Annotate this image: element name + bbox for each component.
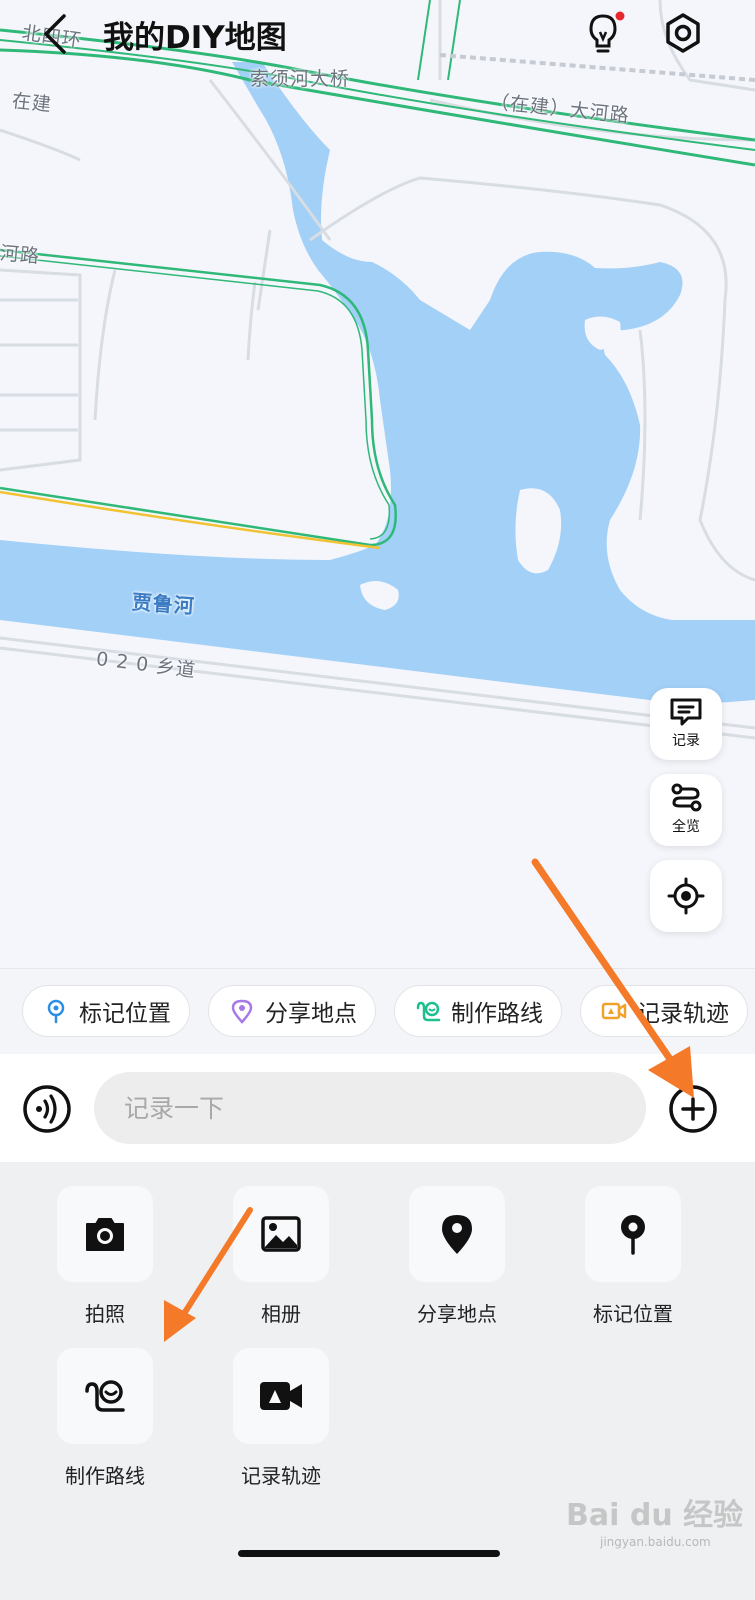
route-make-icon xyxy=(416,1001,441,1022)
chip-record-track[interactable]: 记录轨迹 xyxy=(580,985,748,1037)
photo-icon xyxy=(261,1216,301,1252)
map-view[interactable]: 北四环 在建 索须河大桥 （在建）大河路 河路 贾鲁河 0 2 0 乡道 我的D… xyxy=(0,0,755,975)
map-label-under-construction: 在建 xyxy=(10,89,53,117)
chip-label: 分享地点 xyxy=(265,1001,357,1027)
tips-button[interactable] xyxy=(583,10,627,56)
settings-button[interactable] xyxy=(660,10,706,56)
water-body xyxy=(0,62,755,705)
tool-make-route[interactable]: 制作路线 xyxy=(45,1348,165,1489)
message-icon xyxy=(670,698,702,726)
page-title: 我的DIY地图 xyxy=(103,20,287,56)
locate-icon xyxy=(667,877,705,915)
tool-label: 相册 xyxy=(261,1302,301,1326)
tool-share-place[interactable]: 分享地点 xyxy=(397,1186,517,1327)
location-icon xyxy=(442,1215,472,1254)
quick-actions-bar: 标记位置 分享地点 制作路线 记录轨迹 xyxy=(0,968,755,1054)
tool-label: 标记位置 xyxy=(593,1302,673,1326)
record-label: 记录 xyxy=(672,733,700,749)
notification-dot xyxy=(615,11,625,21)
watermark-site: jingyan.baidu.com xyxy=(600,1535,711,1549)
settings-hexagon-icon xyxy=(666,13,700,53)
chip-share-place[interactable]: 分享地点 xyxy=(208,985,376,1037)
video-icon xyxy=(260,1382,302,1410)
back-arrow-icon xyxy=(44,14,66,54)
tool-label: 拍照 xyxy=(85,1302,125,1326)
tool-record-track[interactable]: 记录轨迹 xyxy=(221,1348,341,1489)
chip-label: 标记位置 xyxy=(79,1001,171,1027)
watermark-brand: Bai du 经验 xyxy=(566,1498,744,1533)
map-canvas xyxy=(0,0,755,740)
overview-label: 全览 xyxy=(672,819,700,835)
overview-button[interactable]: 全览 xyxy=(650,774,722,846)
chip-make-route[interactable]: 制作路线 xyxy=(394,985,562,1037)
top-bar: 我的DIY地图 xyxy=(0,0,755,70)
record-button[interactable]: 记录 xyxy=(650,688,722,760)
camera-icon xyxy=(86,1218,124,1251)
locate-button[interactable] xyxy=(650,860,722,932)
tool-label: 分享地点 xyxy=(417,1302,497,1326)
chip-mark-location[interactable]: 标记位置 xyxy=(22,985,190,1037)
tool-label: 制作路线 xyxy=(65,1464,145,1488)
record-input[interactable] xyxy=(94,1072,646,1144)
voice-button[interactable] xyxy=(22,1084,72,1134)
voice-icon xyxy=(23,1085,71,1133)
route-make-icon xyxy=(85,1380,125,1412)
tool-album[interactable]: 相册 xyxy=(221,1186,341,1327)
video-icon xyxy=(601,1002,627,1020)
pin-icon xyxy=(621,1215,645,1255)
home-indicator[interactable] xyxy=(238,1550,500,1557)
chip-label: 制作路线 xyxy=(451,1001,543,1027)
composer-bar xyxy=(0,1054,755,1162)
plus-circle-icon xyxy=(669,1085,717,1133)
pin-icon xyxy=(47,999,65,1024)
add-button[interactable] xyxy=(668,1084,718,1134)
route-icon xyxy=(671,783,702,812)
yellow-road xyxy=(0,490,381,550)
chip-label: 记录轨迹 xyxy=(637,1001,729,1027)
tool-label: 记录轨迹 xyxy=(241,1464,321,1488)
lightbulb-icon xyxy=(589,11,625,53)
map-label-road-left: 河路 xyxy=(0,242,41,268)
tool-mark-location[interactable]: 标记位置 xyxy=(573,1186,693,1327)
back-button[interactable] xyxy=(38,12,74,56)
location-icon xyxy=(231,999,253,1024)
map-label-river: 贾鲁河 xyxy=(131,589,196,619)
tool-camera[interactable]: 拍照 xyxy=(45,1186,165,1327)
